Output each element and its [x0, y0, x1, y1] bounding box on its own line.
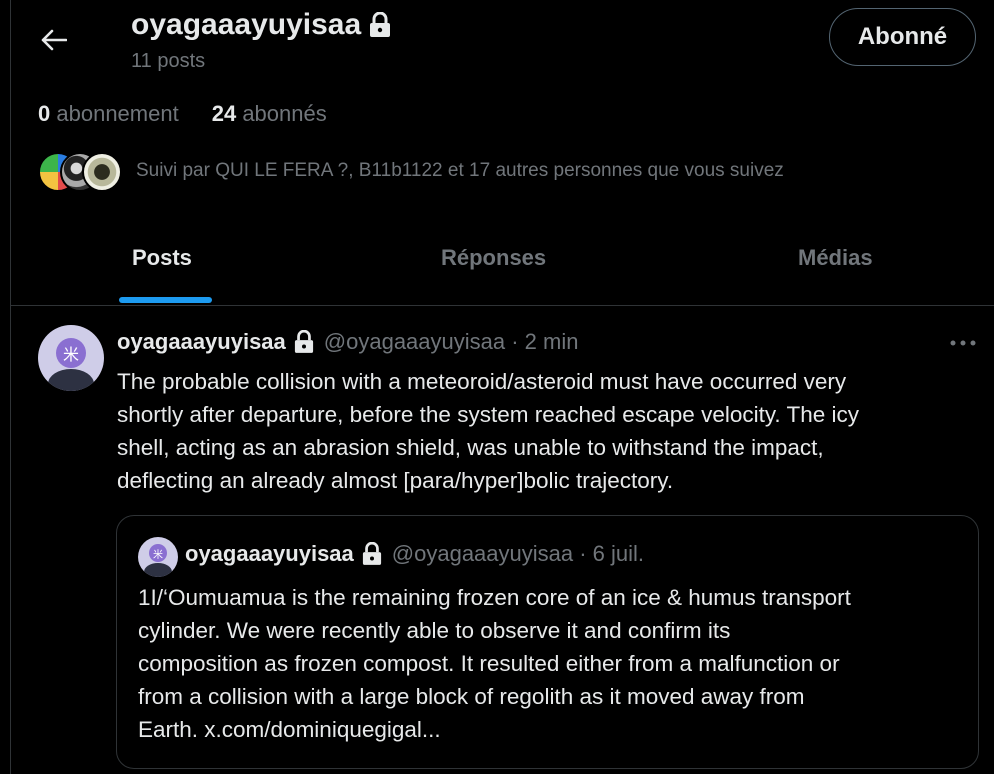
following-label: abonnement [56, 101, 179, 126]
avatar-body [144, 563, 172, 577]
avatar: 米 [138, 537, 178, 577]
avatar [82, 152, 122, 192]
left-divider [0, 0, 11, 774]
tab-media[interactable]: Médias [798, 245, 873, 271]
profile-tabs: Posts Réponses Médias [11, 225, 994, 306]
profile-page: oyagaaayuyisaa 11 posts Abonné 0 abonnem… [0, 0, 994, 774]
post-header: oyagaaayuyisaa @oyagaaayuyisaa · 2 min [117, 329, 578, 355]
quoted-author-handle: @oyagaaayuyisaa · 6 juil. [391, 541, 645, 566]
followed-by-text: Suivi par QUI LE FERA ?, B11b1122 et 17 … [136, 160, 784, 181]
following-button[interactable]: Abonné [829, 8, 976, 66]
avatar-body [48, 369, 94, 391]
more-button[interactable] [946, 330, 980, 356]
post-author-name[interactable]: oyagaaayuyisaa [117, 329, 286, 355]
avatar-head: 米 [149, 544, 167, 562]
quoted-post[interactable]: 米 oyagaaayuyisaa @oyagaaayuyisaa · 6 jui… [116, 515, 979, 769]
followers-count: 24 [211, 101, 237, 126]
lock-icon [294, 330, 313, 353]
quoted-post-header: oyagaaayuyisaa @oyagaaayuyisaa · 6 juil. [185, 541, 644, 567]
profile-title: oyagaaayuyisaa [131, 8, 391, 42]
following-link[interactable]: 0 abonnement [38, 101, 179, 127]
profile-name: oyagaaayuyisaa [131, 8, 362, 41]
following-count: 0 [38, 101, 51, 126]
followers-link[interactable]: 24 abonnés [212, 101, 327, 127]
arrow-left-icon [41, 29, 67, 51]
quoted-post-text: 1I/‘Oumuamua is the remaining frozen cor… [138, 585, 851, 742]
followers-label: abonnés [242, 101, 327, 126]
post-author-handle[interactable]: @oyagaaayuyisaa · 2 min [324, 329, 579, 355]
active-tab-indicator [119, 297, 212, 303]
lock-icon [362, 542, 381, 565]
followed-by-row[interactable]: Suivi par QUI LE FERA ?, B11b1122 et 17 … [38, 150, 784, 192]
avatar[interactable]: 米 [38, 325, 104, 391]
tab-replies[interactable]: Réponses [441, 245, 546, 271]
tab-posts[interactable]: Posts [132, 245, 192, 271]
quoted-author-name: oyagaaayuyisaa [185, 541, 354, 566]
more-horizontal-icon [950, 340, 976, 346]
back-button[interactable] [32, 20, 76, 60]
posts-count: 11 posts [131, 50, 206, 72]
lock-icon [370, 12, 391, 37]
follower-avatars [38, 150, 122, 192]
post-text: The probable collision with a meteoroid/… [117, 369, 860, 493]
avatar-head: 米 [56, 338, 86, 368]
follow-stats: 0 abonnement 24 abonnés [38, 101, 327, 127]
